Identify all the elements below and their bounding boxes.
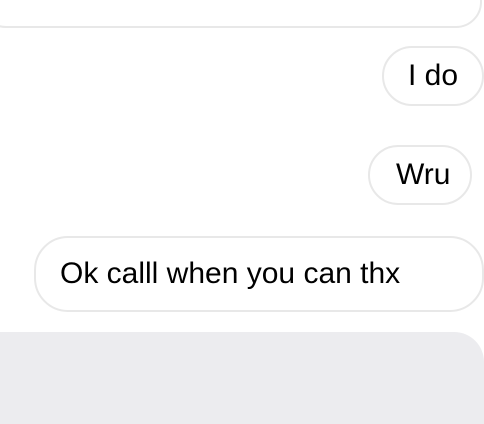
- message-bubble: I do: [382, 46, 484, 106]
- message-bubble: [0, 0, 482, 28]
- message-text: Wru: [396, 158, 451, 191]
- message-text: Ok calll when you can thx: [60, 257, 401, 290]
- message-text: I do: [408, 59, 459, 92]
- message-input-area[interactable]: [0, 332, 484, 424]
- message-bubble: Wru: [368, 145, 472, 205]
- message-bubble: Ok calll when you can thx: [34, 236, 484, 312]
- chat-thread: I do Wru Ok calll when you can thx: [0, 0, 484, 424]
